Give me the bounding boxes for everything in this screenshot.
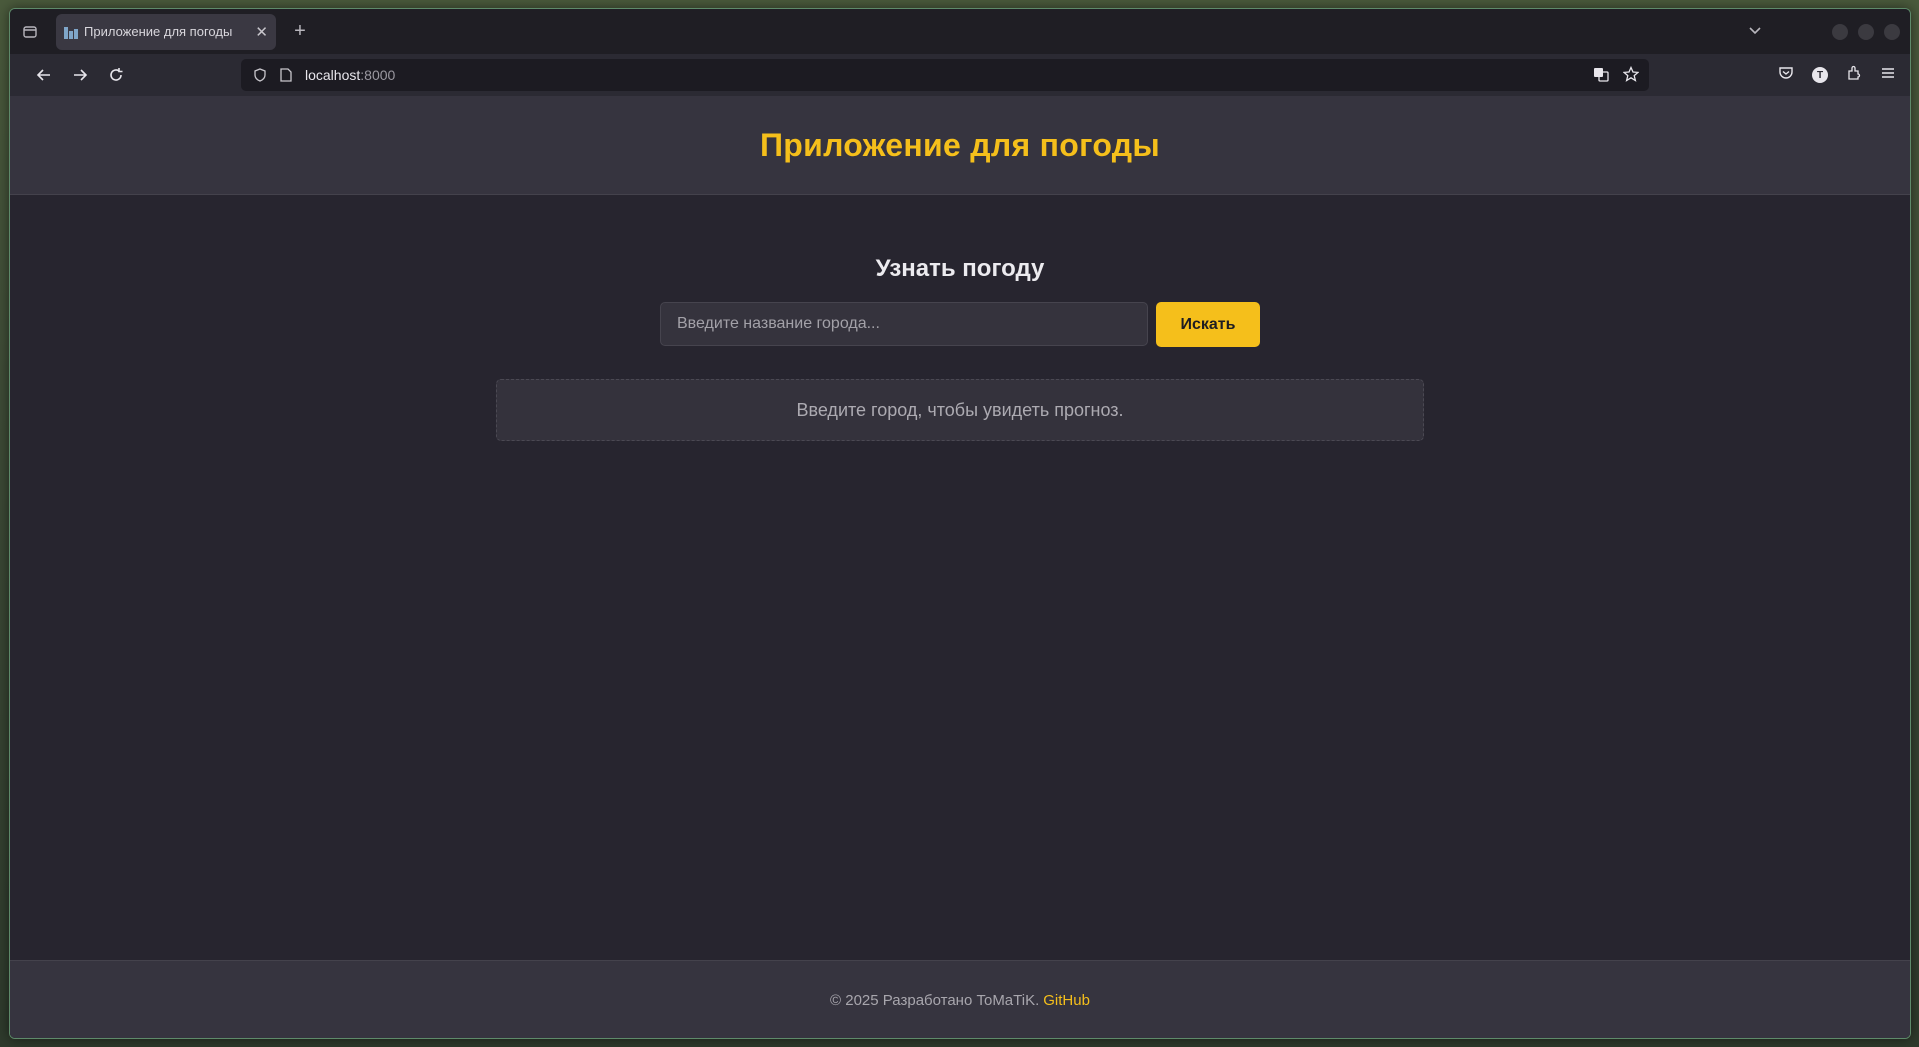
close-tab-icon[interactable]: ✕ (249, 23, 268, 41)
search-button[interactable]: Искать (1156, 302, 1260, 347)
search-form: Искать (660, 302, 1260, 347)
favicon-icon (64, 25, 78, 39)
site-header: Приложение для погоды (10, 96, 1910, 195)
extensions-icon[interactable] (1846, 65, 1862, 86)
maximize-button[interactable] (1858, 23, 1874, 40)
tab-weather-app[interactable]: Приложение для погоды ✕ (56, 13, 276, 50)
minimize-button[interactable] (1832, 23, 1848, 40)
close-window-button[interactable] (1884, 23, 1900, 40)
shield-icon[interactable] (249, 68, 271, 82)
page-title: Приложение для погоды (759, 126, 1161, 163)
translate-icon[interactable] (1593, 66, 1609, 85)
main-section: Узнать погоду Искать Введите город, чтоб… (10, 195, 1910, 960)
new-tab-button[interactable]: + (282, 14, 318, 50)
chevron-down-icon[interactable] (1748, 23, 1762, 40)
url-text[interactable]: localhost:8000 (305, 67, 395, 83)
tab-strip: Приложение для погоды ✕ + (10, 9, 1910, 54)
footer-text: © 2025 Разработано ToMaTiK. (830, 991, 1040, 1009)
menu-hamburger-icon[interactable] (1880, 65, 1896, 86)
site-footer: © 2025 Разработано ToMaTiK. GitHub (10, 960, 1910, 1038)
url-port: :8000 (360, 67, 396, 83)
tab-list-icon[interactable] (10, 9, 50, 54)
page-content: Приложение для погоды Узнать погоду Иска… (10, 96, 1910, 1038)
section-title: Узнать погоду (875, 255, 1045, 282)
address-bar[interactable]: localhost:8000 (241, 59, 1649, 91)
forward-arrow-icon[interactable] (62, 57, 98, 93)
url-host: localhost (305, 67, 361, 83)
bookmark-star-icon[interactable] (1622, 65, 1640, 85)
back-arrow-icon[interactable] (26, 57, 62, 93)
profile-avatar[interactable]: T (1812, 67, 1828, 83)
forecast-placeholder: Введите город, чтобы увидеть прогноз. (496, 379, 1424, 441)
pocket-icon[interactable] (1778, 65, 1794, 86)
navigation-bar: localhost:8000 T (10, 54, 1910, 96)
tab-title: Приложение для погоды (84, 24, 233, 39)
city-search-input[interactable] (660, 302, 1148, 346)
browser-window: Приложение для погоды ✕ + localhost:8000… (9, 8, 1911, 1039)
github-link[interactable]: GitHub (1043, 992, 1090, 1009)
page-icon[interactable] (275, 68, 297, 82)
reload-icon[interactable] (98, 57, 134, 93)
